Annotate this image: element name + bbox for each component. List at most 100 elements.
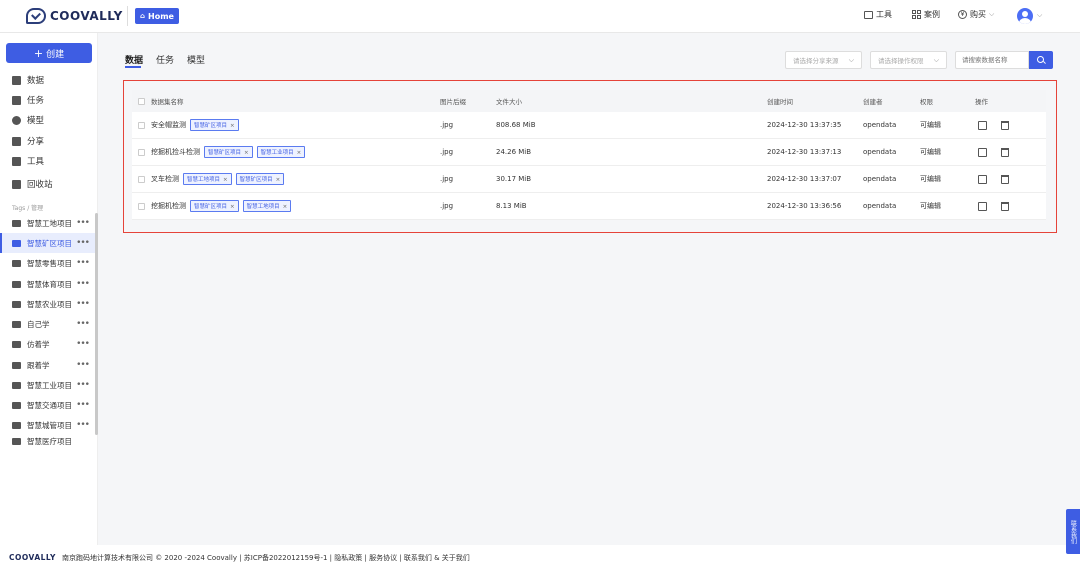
nav-tools[interactable]: 工具 bbox=[864, 9, 892, 20]
chevron-down-icon: ⌵ bbox=[848, 55, 854, 64]
search-button[interactable] bbox=[1029, 51, 1053, 69]
sidebar-item-label: 回收站 bbox=[27, 180, 53, 190]
dataset-name[interactable]: 叉车检测 bbox=[151, 174, 179, 184]
logo[interactable]: COOVALLY bbox=[26, 8, 123, 24]
delete-icon[interactable] bbox=[1001, 174, 1009, 184]
chevron-down-icon: ⌵ bbox=[989, 10, 995, 18]
tag-label: 智慧体育项目 bbox=[27, 279, 72, 289]
sidebar-item-model[interactable]: 模型 bbox=[12, 114, 44, 126]
logo-mark-icon bbox=[26, 8, 46, 24]
folder-icon bbox=[12, 361, 21, 369]
sidebar-tag-item-active[interactable]: 智慧矿区项目 ••• bbox=[0, 233, 98, 253]
tag-label: 智慧矿区项目 bbox=[27, 238, 72, 248]
edit-icon[interactable] bbox=[978, 201, 987, 211]
delete-icon[interactable] bbox=[1001, 147, 1009, 157]
dataset-tag[interactable]: 智慧工地项目 × bbox=[183, 173, 232, 185]
select-all-checkbox[interactable] bbox=[138, 90, 145, 112]
created-cell: 2024-12-30 13:37:13 bbox=[767, 148, 842, 156]
sidebar-tag-item[interactable]: 智慧城管项目 ••• bbox=[0, 415, 98, 435]
permission-cell: 可编辑 bbox=[920, 202, 941, 210]
checkbox[interactable] bbox=[138, 97, 145, 105]
dataset-tag[interactable]: 智慧工业项目 × bbox=[256, 146, 306, 158]
sidebar-item-share[interactable]: 分享 bbox=[12, 135, 44, 147]
table-row[interactable]: 安全帽监测 智慧矿区项目 × .jpg 808.68 MiB 2024-12-30… bbox=[132, 112, 1046, 139]
sidebar-tag-item[interactable]: 智慧医疗项目 bbox=[0, 435, 98, 445]
table-row[interactable]: 挖掘机捡斗检测 智慧矿区项目 × 智慧工业项目 × .jpg 24.26 MiB 2… bbox=[132, 139, 1046, 166]
permission-cell: 可编辑 bbox=[920, 148, 941, 156]
sidebar-tag-item[interactable]: 自己学 ••• bbox=[0, 314, 98, 334]
delete-icon[interactable] bbox=[1001, 201, 1009, 211]
more-icon[interactable]: ••• bbox=[76, 299, 90, 309]
folder-icon bbox=[12, 259, 21, 267]
more-icon[interactable]: ••• bbox=[76, 339, 90, 349]
sidebar-tag-item[interactable]: 仿着学 ••• bbox=[0, 334, 98, 354]
dataset-name[interactable]: 挖掘机捡斗检测 bbox=[151, 147, 200, 157]
avatar[interactable] bbox=[1017, 8, 1033, 24]
sidebar-item-recycle[interactable]: 回收站 bbox=[12, 178, 53, 190]
close-icon[interactable]: × bbox=[283, 204, 288, 210]
home-button[interactable]: ⌂ Home bbox=[135, 8, 179, 24]
edit-icon[interactable] bbox=[978, 147, 987, 157]
nav-cases[interactable]: 案例 bbox=[912, 9, 940, 20]
more-icon[interactable]: ••• bbox=[76, 380, 90, 390]
close-icon[interactable]: × bbox=[244, 150, 249, 156]
contact-us-button[interactable]: 联系我们 bbox=[1066, 509, 1080, 554]
tags-section-label[interactable]: Tags / 管理 bbox=[12, 203, 43, 212]
tab-model[interactable]: 模型 bbox=[187, 53, 205, 66]
create-button[interactable]: + 创建 bbox=[6, 43, 92, 63]
creator-cell: opendata bbox=[863, 148, 897, 156]
folder-icon bbox=[12, 381, 21, 389]
permission-select[interactable]: 请选择操作权限 ⌵ bbox=[870, 51, 947, 69]
sidebar-item-task[interactable]: 任务 bbox=[12, 94, 44, 106]
sidebar-tag-item[interactable]: 智慧工地项目 ••• bbox=[0, 213, 98, 233]
sidebar-tag-item[interactable]: 智慧零售项目 ••• bbox=[0, 253, 98, 273]
more-icon[interactable]: ••• bbox=[76, 319, 90, 329]
sidebar-tag-item[interactable]: 智慧体育项目 ••• bbox=[0, 274, 98, 294]
sidebar-tag-item[interactable]: 智慧交通项目 ••• bbox=[0, 395, 98, 415]
more-icon[interactable]: ••• bbox=[76, 420, 90, 430]
share-source-select[interactable]: 请选择分享来源 ⌵ bbox=[785, 51, 862, 69]
dataset-tag[interactable]: 智慧矿区项目 × bbox=[190, 119, 239, 131]
table-row[interactable]: 挖掘机检测 智慧矿区项目 × 智慧工地项目 × .jpg 8.13 MiB 2024… bbox=[132, 193, 1046, 220]
row-checkbox[interactable] bbox=[138, 148, 145, 156]
dataset-tag[interactable]: 智慧矿区项目 × bbox=[204, 146, 253, 158]
chevron-down-icon[interactable]: ⌵ bbox=[1037, 11, 1042, 20]
tab-data[interactable]: 数据 bbox=[125, 53, 143, 66]
row-checkbox[interactable] bbox=[138, 121, 145, 129]
search-input[interactable] bbox=[955, 51, 1029, 69]
nav-buy[interactable]: ¥ 购买 ⌵ bbox=[958, 9, 994, 20]
sidebar-scrollbar[interactable] bbox=[95, 213, 98, 435]
dataset-name[interactable]: 安全帽监测 bbox=[151, 120, 186, 130]
sidebar-tag-item[interactable]: 智慧工业项目 ••• bbox=[0, 375, 98, 395]
more-icon[interactable]: ••• bbox=[76, 279, 90, 289]
dataset-tag[interactable]: 智慧工地项目 × bbox=[242, 200, 292, 212]
sidebar-tag-item[interactable]: 跟着学 ••• bbox=[0, 355, 98, 375]
sidebar-item-label: 工具 bbox=[27, 157, 45, 167]
more-icon[interactable]: ••• bbox=[76, 258, 90, 268]
delete-icon[interactable] bbox=[1001, 120, 1009, 130]
close-icon[interactable]: × bbox=[230, 123, 235, 129]
edit-icon[interactable] bbox=[978, 174, 987, 184]
close-icon[interactable]: × bbox=[223, 177, 228, 183]
row-checkbox[interactable] bbox=[138, 175, 145, 183]
row-checkbox[interactable] bbox=[138, 202, 145, 210]
close-icon[interactable]: × bbox=[276, 177, 281, 183]
more-icon[interactable]: ••• bbox=[76, 218, 90, 228]
sidebar-tag-item[interactable]: 智慧农业项目 ••• bbox=[0, 294, 98, 314]
tag-text: 智慧工地项目 bbox=[246, 204, 280, 210]
tab-task[interactable]: 任务 bbox=[156, 53, 174, 66]
dataset-tag[interactable]: 智慧矿区项目 × bbox=[235, 173, 285, 185]
edit-icon[interactable] bbox=[978, 120, 987, 130]
dataset-tag[interactable]: 智慧矿区项目 × bbox=[190, 200, 239, 212]
more-icon[interactable]: ••• bbox=[76, 400, 90, 410]
more-icon[interactable]: ••• bbox=[76, 238, 90, 248]
sidebar-item-data[interactable]: 数据 bbox=[12, 74, 44, 86]
close-icon[interactable]: × bbox=[230, 204, 235, 210]
sidebar-item-tools[interactable]: 工具 bbox=[12, 155, 44, 167]
more-icon[interactable]: ••• bbox=[76, 360, 90, 370]
table-row[interactable]: 叉车检测 智慧工地项目 × 智慧矿区项目 × .jpg 30.17 MiB 2024… bbox=[132, 166, 1046, 193]
close-icon[interactable]: × bbox=[297, 150, 302, 156]
footer: COOVALLY 南京跑码地计算技术有限公司 © 2020 -2024 Coov… bbox=[0, 545, 1080, 570]
dataset-name[interactable]: 挖掘机检测 bbox=[151, 201, 186, 211]
data-icon bbox=[12, 75, 21, 85]
